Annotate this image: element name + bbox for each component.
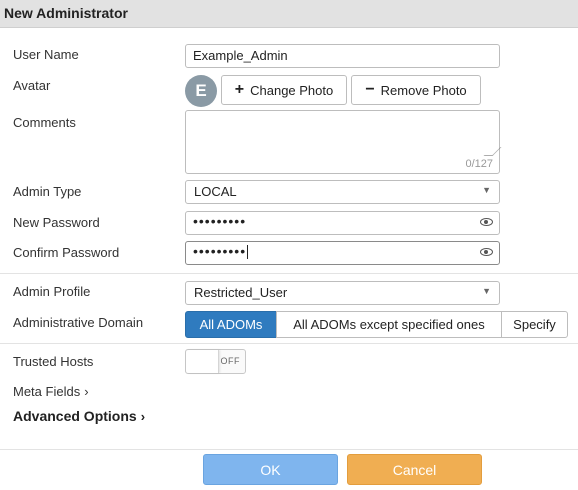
adom-option-all[interactable]: All ADOMs xyxy=(185,311,277,338)
plus-icon: + xyxy=(234,81,245,98)
chevron-right-icon: › xyxy=(140,409,146,424)
meta-fields-label: Meta Fields xyxy=(13,384,81,399)
admin-profile-select[interactable]: Restricted_User ▼ xyxy=(185,281,500,305)
trusted-hosts-label: Trusted Hosts xyxy=(13,354,94,369)
chevron-right-icon: › xyxy=(84,384,89,399)
eye-icon[interactable] xyxy=(480,248,493,256)
avatar: E xyxy=(185,75,217,107)
adom-option-specify[interactable]: Specify xyxy=(501,311,568,338)
eye-icon[interactable] xyxy=(480,218,493,226)
confirm-password-value: ••••••••• xyxy=(193,243,247,259)
user-name-label: User Name xyxy=(13,47,79,62)
avatar-label: Avatar xyxy=(13,78,51,93)
admin-type-value: LOCAL xyxy=(194,184,237,199)
section-divider xyxy=(0,273,578,274)
comments-textarea[interactable]: 0/127 xyxy=(185,110,502,174)
new-password-label: New Password xyxy=(13,215,100,230)
section-divider xyxy=(0,343,578,344)
confirm-password-label: Confirm Password xyxy=(13,245,120,260)
toggle-knob xyxy=(186,350,219,373)
advanced-options-link[interactable]: Advanced Options › xyxy=(13,408,145,424)
cancel-button[interactable]: Cancel xyxy=(347,454,482,485)
caret-down-icon: ▼ xyxy=(482,286,491,296)
comments-label: Comments xyxy=(13,115,76,130)
toggle-state: OFF xyxy=(220,356,240,366)
new-password-input[interactable]: ••••••••• xyxy=(185,211,500,235)
advanced-options-label: Advanced Options xyxy=(13,408,137,424)
caret-down-icon: ▼ xyxy=(482,185,491,195)
adom-option-except[interactable]: All ADOMs except specified ones xyxy=(276,311,502,338)
change-photo-button[interactable]: + Change Photo xyxy=(221,75,347,105)
remove-photo-button[interactable]: − Remove Photo xyxy=(351,75,481,105)
resize-handle-icon[interactable] xyxy=(483,147,502,156)
meta-fields-link[interactable]: Meta Fields › xyxy=(13,384,89,399)
text-cursor xyxy=(247,245,249,260)
admin-profile-value: Restricted_User xyxy=(194,285,288,300)
new-administrator-dialog: New Administrator User Name Example_Admi… xyxy=(0,0,578,489)
new-password-value: ••••••••• xyxy=(193,213,247,229)
admin-domain-label: Administrative Domain xyxy=(13,315,144,330)
admin-profile-label: Admin Profile xyxy=(13,284,91,299)
change-photo-label: Change Photo xyxy=(250,82,334,98)
admin-type-label: Admin Type xyxy=(13,184,82,199)
comments-counter: 0/127 xyxy=(465,158,493,170)
remove-photo-label: Remove Photo xyxy=(380,82,467,98)
dialog-title: New Administrator xyxy=(0,0,578,28)
admin-type-select[interactable]: LOCAL ▼ xyxy=(185,180,500,204)
minus-icon: − xyxy=(365,81,375,98)
ok-button[interactable]: OK xyxy=(203,454,338,485)
user-name-input[interactable]: Example_Admin xyxy=(185,44,500,68)
confirm-password-input[interactable]: ••••••••• xyxy=(185,241,500,265)
trusted-hosts-toggle[interactable]: OFF xyxy=(185,349,246,374)
